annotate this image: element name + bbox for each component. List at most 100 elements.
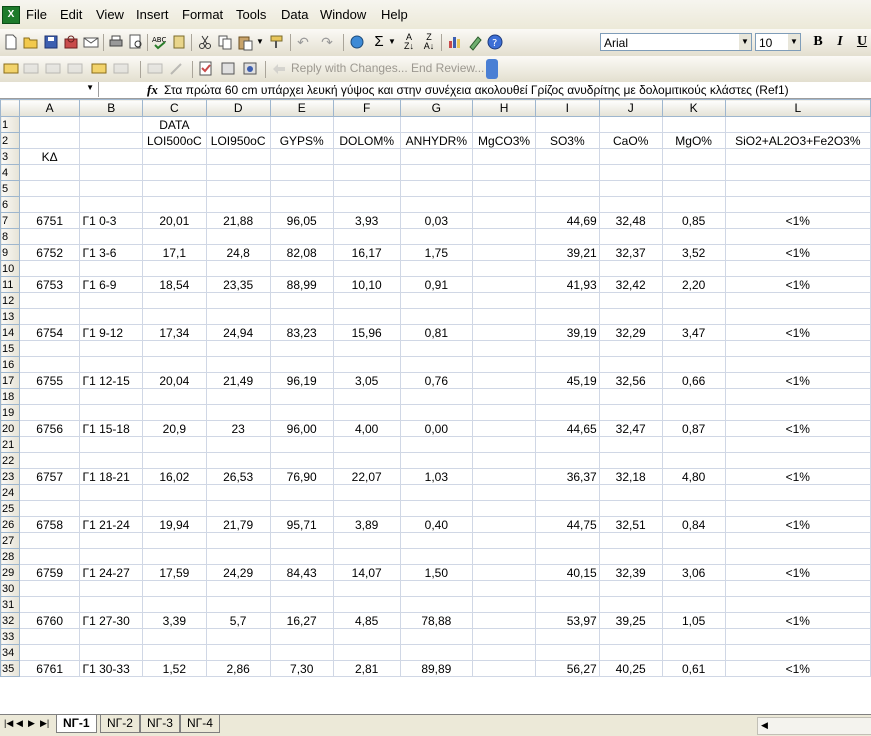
next-comment-icon[interactable] [44,60,62,78]
cell[interactable] [724,436,871,453]
cell[interactable]: 0,85 [661,212,726,229]
cell[interactable] [332,628,401,645]
cell[interactable] [534,404,600,421]
cell[interactable] [661,596,726,613]
cell[interactable] [79,532,143,549]
cell[interactable]: 14,07 [332,564,401,581]
column-title-cell[interactable]: LOI500oC [141,132,207,149]
cell[interactable] [18,532,81,549]
cell[interactable] [269,180,334,197]
cell[interactable]: 3,06 [661,564,726,581]
print-preview-icon[interactable] [127,33,145,51]
cell[interactable] [724,292,871,309]
cell[interactable] [18,404,81,421]
cell[interactable] [332,260,401,277]
cell[interactable] [598,532,663,549]
previous-comment-icon[interactable] [22,60,40,78]
undo-icon[interactable]: ↶ [294,33,312,51]
first-sheet-icon[interactable]: |◀ [4,718,13,729]
cell[interactable] [724,164,871,181]
cell[interactable] [141,356,207,373]
spelling-icon[interactable]: ABC [151,33,169,51]
cell[interactable]: 56,27 [534,660,600,677]
cell[interactable]: 44,69 [534,212,600,229]
row-header[interactable]: 14 [0,324,20,341]
cell[interactable] [724,308,871,325]
cell[interactable]: 3,93 [332,212,401,229]
cut-icon[interactable] [196,33,214,51]
cell[interactable] [399,500,474,517]
row-header[interactable]: 25 [0,500,20,517]
cell[interactable] [18,164,81,181]
cell[interactable] [472,260,536,277]
cell[interactable]: 24,29 [205,564,271,581]
cell[interactable]: Γ1 6-9 [79,276,143,293]
row-header[interactable]: 10 [0,260,20,277]
cell[interactable]: 19,94 [141,516,207,533]
cell[interactable] [598,484,663,501]
print-icon[interactable] [107,33,125,51]
cell[interactable] [269,148,334,165]
cell[interactable] [332,500,401,517]
cell[interactable] [472,564,536,581]
cell[interactable]: 76,90 [269,468,334,485]
cell[interactable] [141,340,207,357]
cell[interactable] [269,260,334,277]
cell[interactable] [534,388,600,405]
help-icon[interactable]: ? [486,33,504,51]
cell[interactable]: <1% [724,244,871,261]
cell[interactable] [598,228,663,245]
cell[interactable] [79,548,143,565]
cell[interactable]: <1% [724,564,871,581]
cell[interactable] [18,628,81,645]
cell[interactable] [141,180,207,197]
cell[interactable]: 20,9 [141,420,207,437]
cell[interactable] [472,356,536,373]
cell[interactable] [79,644,143,661]
cell[interactable]: 3,39 [141,612,207,629]
cell[interactable] [472,228,536,245]
cell[interactable] [332,404,401,421]
cell[interactable] [598,644,663,661]
cell[interactable] [598,340,663,357]
cell[interactable] [269,388,334,405]
cell[interactable] [18,452,81,469]
sheet-tab-ng1[interactable]: ΝΓ-1 [56,715,97,733]
cell[interactable]: 0,87 [661,420,726,437]
cell[interactable]: 84,43 [269,564,334,581]
cell[interactable] [205,260,271,277]
cell[interactable] [205,164,271,181]
cell[interactable] [661,116,726,133]
cell[interactable] [205,308,271,325]
cell[interactable] [332,484,401,501]
cell[interactable]: 4,85 [332,612,401,629]
cell[interactable] [332,340,401,357]
row-header[interactable]: 17 [0,372,20,389]
row-header[interactable]: 8 [0,228,20,245]
cell[interactable]: Γ1 9-12 [79,324,143,341]
cell[interactable]: 16,17 [332,244,401,261]
cell[interactable] [18,436,81,453]
cell[interactable] [18,228,81,245]
cell[interactable] [332,308,401,325]
cell[interactable] [141,580,207,597]
cell[interactable] [79,292,143,309]
cell[interactable] [141,260,207,277]
cell[interactable]: 24,8 [205,244,271,261]
cell[interactable] [472,484,536,501]
send-for-review-icon[interactable] [219,60,237,78]
bold-button[interactable]: B [808,33,828,51]
row-header[interactable]: 29 [0,564,20,581]
column-title-cell[interactable]: SO3% [534,132,600,149]
cell[interactable] [598,148,663,165]
menu-insert[interactable]: Insert [136,7,169,22]
cell[interactable] [598,196,663,213]
cell[interactable]: 6754 [18,324,81,341]
cell[interactable] [205,452,271,469]
cell[interactable]: 15,96 [332,324,401,341]
cell[interactable] [205,628,271,645]
column-header-c[interactable]: C [141,99,207,117]
cell[interactable] [18,548,81,565]
cell[interactable]: 2,20 [661,276,726,293]
cell[interactable] [399,628,474,645]
